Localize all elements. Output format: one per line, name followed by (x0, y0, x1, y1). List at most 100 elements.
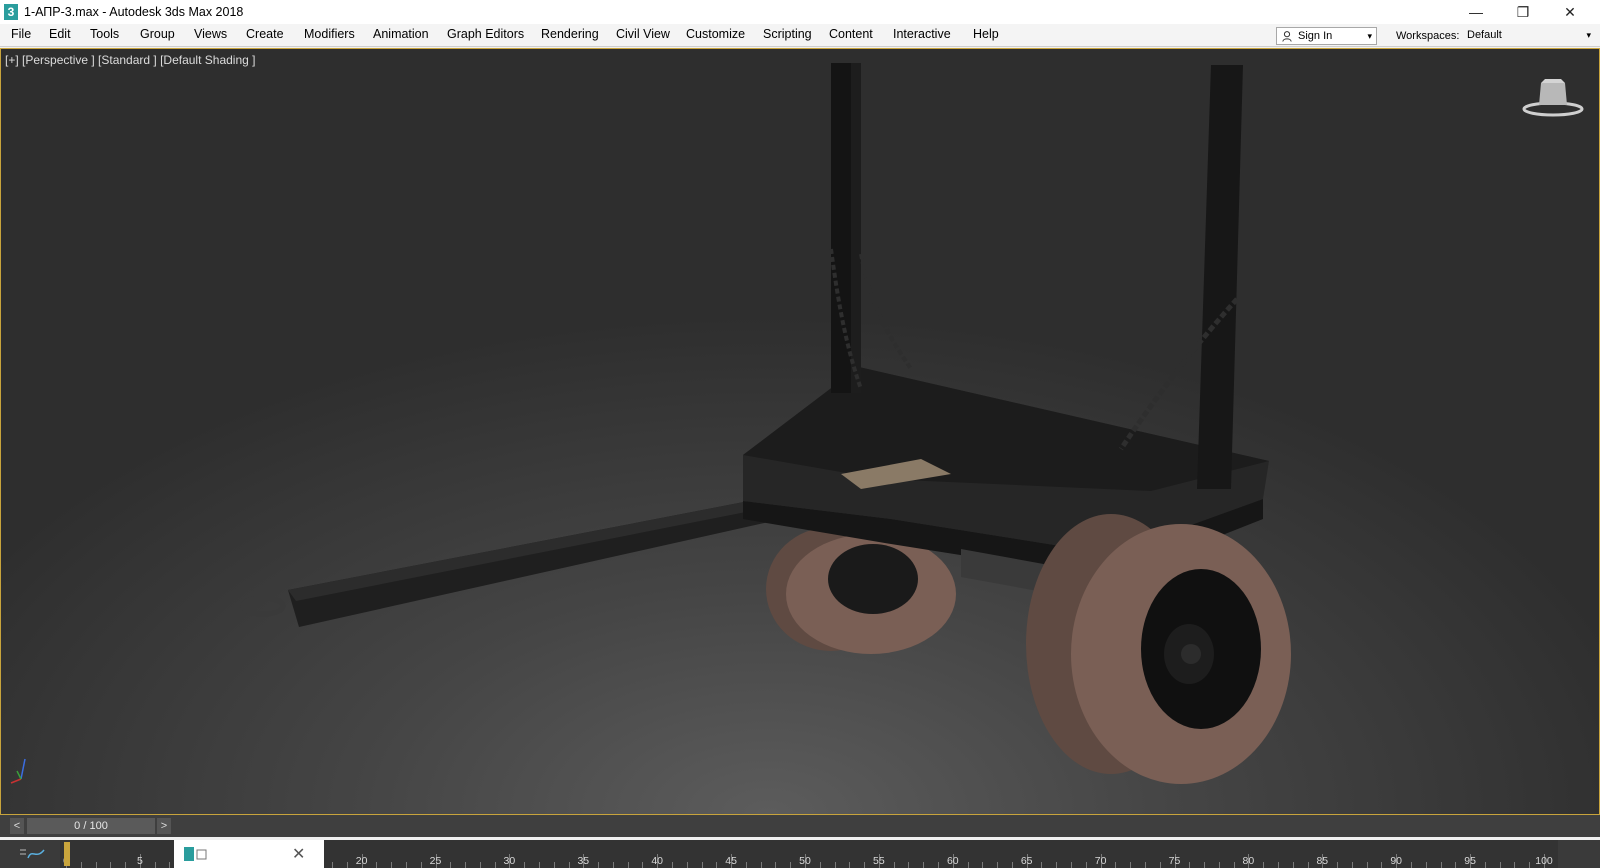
timeline-tick (1085, 862, 1087, 868)
timeline-tick (524, 862, 526, 868)
timeline-tick (686, 862, 688, 868)
timeline-tick (376, 862, 378, 868)
hub-cap (1181, 644, 1201, 664)
timeline-tick (790, 862, 792, 868)
tow-ring (240, 595, 286, 617)
timeline-tick-label: 55 (873, 855, 885, 867)
timeline-tick (819, 862, 821, 868)
restore-button[interactable]: ❐ (1500, 0, 1546, 24)
timeline-tick (1351, 862, 1353, 868)
timeline-tick (1115, 862, 1117, 868)
sign-in-dropdown[interactable]: Sign In ▾ (1276, 27, 1377, 45)
timeline-tick (612, 862, 614, 868)
timeline-tick-label: 35 (577, 855, 590, 867)
timeline-tick-label: 50 (799, 855, 811, 867)
axis-tripod-icon (10, 758, 26, 784)
timeline-tick (568, 862, 570, 868)
timeline-tick (1233, 862, 1235, 868)
right-stanchion (1197, 65, 1243, 489)
timeline-tick (1425, 862, 1427, 868)
timeline-tick (1337, 862, 1339, 868)
menu-civil-view[interactable]: Civil View (616, 27, 670, 41)
timeline-tick (671, 862, 673, 868)
timeline-tick (864, 862, 866, 868)
menu-modifiers[interactable]: Modifiers (304, 27, 355, 41)
menu-group[interactable]: Group (140, 27, 175, 41)
menu-tools[interactable]: Tools (90, 27, 119, 41)
menu-create[interactable]: Create (246, 27, 284, 41)
timeline-tick-label: 60 (946, 855, 959, 867)
menu-views[interactable]: Views (194, 27, 227, 41)
timeline-tick-label: 30 (503, 855, 516, 867)
menu-rendering[interactable]: Rendering (541, 27, 599, 41)
chevron-down-icon: ▾ (1586, 30, 1591, 40)
timeline-tick (1292, 862, 1294, 868)
timeline-tick (1499, 862, 1501, 868)
timeline-tick (775, 862, 777, 868)
timeline-tick-label: 80 (1242, 855, 1255, 867)
viewcube-icon[interactable] (1521, 73, 1585, 123)
time-slider-bar: < 0 / 100 > (0, 815, 1600, 837)
timeline-tick (1263, 862, 1265, 868)
menu-help[interactable]: Help (973, 27, 999, 41)
perspective-viewport[interactable]: [+] [Perspective ] [Standard ] [Default … (0, 48, 1600, 815)
timeline-tick (1307, 862, 1309, 868)
timeline-tick-label: 75 (1168, 855, 1181, 867)
timeline-tick (553, 862, 555, 868)
timeline-tick (494, 862, 496, 868)
curve-editor-icon[interactable] (14, 846, 50, 862)
menu-scripting[interactable]: Scripting (763, 27, 812, 41)
menu-edit[interactable]: Edit (49, 27, 71, 41)
drawbar (288, 501, 791, 627)
timeline-tick (1277, 862, 1279, 868)
menu-content[interactable]: Content (829, 27, 873, 41)
workspace-select[interactable]: Default ▾ (1461, 27, 1595, 43)
timeline-tick-label: 20 (355, 855, 368, 867)
timeline-tick (80, 862, 82, 868)
timeline-tick (1159, 862, 1161, 868)
workspace-value: Default (1467, 29, 1502, 41)
timeline-tick (938, 862, 940, 868)
workspaces-label: Workspaces: (1396, 30, 1460, 42)
menu-interactive[interactable]: Interactive (893, 27, 951, 41)
timeline-tick-label: 70 (1094, 855, 1107, 867)
menu-file[interactable]: File (11, 27, 31, 41)
timeline-tick (908, 862, 910, 868)
timeline-tick (391, 862, 393, 868)
time-slider[interactable]: 0 / 100 (27, 818, 155, 834)
menu-animation[interactable]: Animation (373, 27, 429, 41)
timeline-tick (982, 862, 984, 868)
timeline-tick (1455, 862, 1457, 868)
current-frame-marker[interactable] (64, 842, 70, 866)
timeline-tick (1484, 862, 1486, 868)
timeline-tick (169, 862, 171, 868)
timeline-tick (598, 862, 600, 868)
trailer-model[interactable] (1, 49, 1599, 814)
timeline-tick (346, 862, 348, 868)
timeline-tick (1041, 862, 1043, 868)
timeline-tick (405, 862, 407, 868)
timeline-tick (923, 862, 925, 868)
minimize-button[interactable]: — (1453, 0, 1499, 24)
timeline-tick-label: 25 (429, 855, 442, 867)
timeline-tick (1056, 862, 1058, 868)
next-frame-button[interactable]: > (157, 818, 171, 834)
window-title: 1-АПР-3.max - Autodesk 3ds Max 2018 (24, 5, 244, 19)
menu-graph-editors[interactable]: Graph Editors (447, 27, 524, 41)
timeline-tick (1144, 862, 1146, 868)
taskbar-thumbnail[interactable]: ✕ (174, 840, 324, 868)
timeline-tick (1410, 862, 1412, 868)
close-icon[interactable]: ✕ (292, 844, 305, 864)
timeline-tick-label: 85 (1316, 855, 1329, 867)
timeline-tick (110, 862, 112, 868)
sign-in-label: Sign In (1298, 30, 1333, 42)
timeline-tick-label: 65 (1020, 855, 1033, 867)
timeline-tick (745, 862, 747, 868)
drawbar-top (288, 501, 761, 601)
menu-customize[interactable]: Customize (686, 27, 745, 41)
app-icon[interactable]: 3 (4, 4, 18, 20)
timeline-tick (479, 862, 481, 868)
previous-frame-button[interactable]: < (10, 818, 24, 834)
timeline-tick (1529, 862, 1531, 868)
close-button[interactable]: ✕ (1547, 0, 1593, 24)
